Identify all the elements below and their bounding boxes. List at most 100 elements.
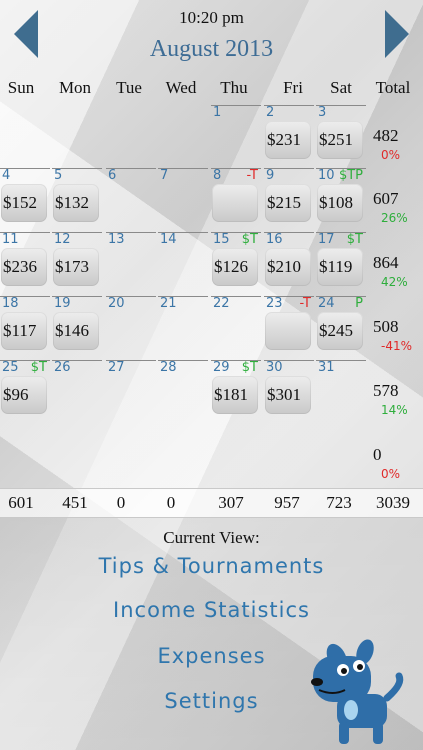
day-cell: [52, 421, 102, 484]
weekday-label: Thu: [220, 78, 248, 97]
week-change-percent: 26%: [381, 211, 408, 225]
day-number: 3: [318, 105, 327, 120]
month-title: August 2013: [149, 36, 274, 62]
week-total-value: 607: [373, 189, 399, 208]
column-total: 451: [62, 493, 88, 512]
day-cell[interactable]: 25 $T $96: [0, 357, 50, 420]
day-cell[interactable]: 10 $TP $108: [316, 165, 366, 228]
day-cell: [158, 102, 208, 165]
day-amount: $146: [55, 321, 89, 340]
weekday-header: Sun Mon Tue Wed Thu Fri Sat Total: [0, 78, 423, 100]
day-number: 19: [54, 296, 71, 311]
day-number: 14: [160, 232, 177, 247]
day-amount: $215: [267, 193, 301, 212]
day-number: 12: [54, 232, 71, 247]
day-cell[interactable]: 23 -T: [264, 293, 314, 356]
weekday-label: Wed: [165, 78, 197, 97]
day-entry-box[interactable]: [265, 312, 311, 350]
day-cell[interactable]: 24 P $245: [316, 293, 366, 356]
next-month-button[interactable]: [385, 10, 409, 58]
week-row: 11 $236 12 $173 13 14 15 $T $126 16 $210 17 $T $119 86…: [0, 229, 423, 292]
day-amount: $126: [214, 257, 248, 276]
day-amount: $119: [319, 257, 353, 276]
day-cell[interactable]: 15 $T $126: [211, 229, 261, 292]
day-cell[interactable]: 9 $215: [264, 165, 314, 228]
day-number: 13: [108, 232, 125, 247]
day-cell[interactable]: 14: [158, 229, 208, 292]
day-amount: $181: [214, 385, 248, 404]
menu-income-statistics[interactable]: Income Statistics: [0, 598, 423, 622]
day-cell: [52, 102, 102, 165]
day-cell[interactable]: 7: [158, 165, 208, 228]
day-cell: [0, 421, 50, 484]
week-total-value: 508: [373, 317, 399, 336]
day-flag: $T: [30, 360, 47, 375]
week-row: 4 $152 5 $132 6 7 8 -T 9 $215 10 $TP $108 607 26%: [0, 165, 423, 228]
week-change-percent: 42%: [381, 275, 408, 289]
week-change-percent: -41%: [381, 339, 413, 353]
day-cell[interactable]: 17 $T $119: [316, 229, 366, 292]
day-cell[interactable]: 28: [158, 357, 208, 420]
day-number: 10: [318, 168, 335, 183]
week-total: 578 14%: [371, 357, 423, 420]
day-cell[interactable]: 13: [106, 229, 156, 292]
day-cell[interactable]: 12 $173: [52, 229, 102, 292]
day-cell[interactable]: 16 $210: [264, 229, 314, 292]
day-cell[interactable]: 6: [106, 165, 156, 228]
day-amount: $251: [319, 130, 353, 149]
day-flag: -T: [246, 168, 258, 183]
day-cell[interactable]: 8 -T: [211, 165, 261, 228]
week-total: 864 42%: [371, 229, 423, 292]
day-number: 30: [266, 360, 283, 375]
day-cell[interactable]: 2 $231: [264, 102, 314, 165]
week-total: 482 0%: [371, 102, 423, 165]
day-cell[interactable]: 26: [52, 357, 102, 420]
day-cell[interactable]: 30 $301: [264, 357, 314, 420]
day-cell[interactable]: 4 $152: [0, 165, 50, 228]
menu-tips-tournaments[interactable]: Tips & Tournaments: [0, 554, 423, 578]
week-total: 0 0%: [371, 421, 423, 484]
day-amount: $301: [267, 385, 301, 404]
top-bar: 10:20 pm August 2013: [0, 0, 423, 72]
day-cell[interactable]: 21: [158, 293, 208, 356]
day-number: 2: [266, 105, 275, 120]
day-cell[interactable]: 22: [211, 293, 261, 356]
day-number: 15: [213, 232, 230, 247]
day-cell[interactable]: 29 $T $181: [211, 357, 261, 420]
day-number: 29: [213, 360, 230, 375]
day-cell[interactable]: 19 $146: [52, 293, 102, 356]
day-number: 11: [2, 232, 19, 247]
day-cell[interactable]: 18 $117: [0, 293, 50, 356]
day-number: 24: [318, 296, 335, 311]
day-number: 4: [2, 168, 11, 183]
week-change-percent: 14%: [381, 403, 408, 417]
current-view-label: Current View:: [163, 528, 260, 547]
week-total-value: 578: [373, 381, 399, 400]
day-entry-box[interactable]: [212, 184, 258, 222]
day-cell[interactable]: 27: [106, 357, 156, 420]
day-cell[interactable]: 1: [211, 102, 261, 165]
day-amount: $173: [55, 257, 89, 276]
day-cell[interactable]: 11 $236: [0, 229, 50, 292]
day-cell[interactable]: 3 $251: [316, 102, 366, 165]
day-cell[interactable]: 31: [316, 357, 366, 420]
column-total: 957: [274, 493, 300, 512]
day-number: 17: [318, 232, 335, 247]
weekday-label: Sun: [7, 78, 35, 97]
column-total: 0: [166, 493, 176, 512]
day-flag: $TP: [338, 168, 363, 183]
day-number: 8: [213, 168, 222, 183]
day-cell[interactable]: 20: [106, 293, 156, 356]
week-total: 508 -41%: [371, 293, 423, 356]
week-total-value: 482: [373, 126, 399, 145]
day-cell: [0, 102, 50, 165]
day-number: 31: [318, 360, 335, 375]
day-number: 27: [108, 360, 125, 375]
day-number: 7: [160, 168, 169, 183]
clock-time: 10:20 pm: [179, 8, 244, 27]
column-total: 307: [218, 493, 244, 512]
day-cell[interactable]: 5 $132: [52, 165, 102, 228]
column-total: 723: [326, 493, 352, 512]
weekday-label: Mon: [58, 78, 92, 97]
day-number: 25: [2, 360, 19, 375]
